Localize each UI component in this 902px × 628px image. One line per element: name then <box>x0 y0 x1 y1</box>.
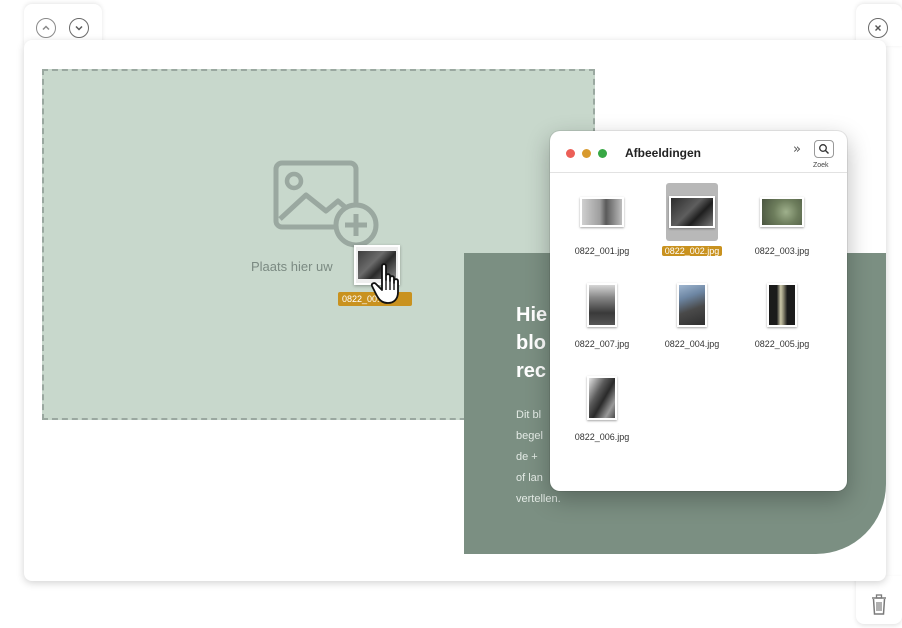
trash-icon[interactable] <box>869 593 889 617</box>
file-thumbnail <box>587 283 617 327</box>
file-item[interactable]: 0822_003.jpg <box>740 183 824 269</box>
search-label: Zoek <box>813 162 829 169</box>
file-name: 0822_003.jpg <box>754 246 810 256</box>
editor-screen: Plaats hier uw Hie blo rec Dit bl begel … <box>0 0 902 628</box>
hand-cursor-icon <box>370 263 399 304</box>
move-down-button[interactable] <box>69 18 89 38</box>
dropzone-label: Plaats hier uw <box>251 259 333 274</box>
move-up-button[interactable] <box>36 18 56 38</box>
file-item-selected[interactable]: 0822_002.jpg <box>650 183 734 269</box>
body-line: vertellen. <box>516 493 561 505</box>
search-icon <box>819 144 829 154</box>
file-name: 0822_007.jpg <box>574 339 630 349</box>
more-chevron-icon[interactable]: » <box>793 142 801 157</box>
file-item[interactable]: 0822_001.jpg <box>560 183 644 269</box>
file-name: 0822_006.jpg <box>574 432 630 442</box>
search-button[interactable] <box>814 140 834 158</box>
file-item[interactable]: 0822_005.jpg <box>740 276 824 362</box>
file-thumbnail <box>580 197 624 227</box>
file-item[interactable]: 0822_007.jpg <box>560 276 644 362</box>
window-close-button[interactable] <box>566 149 575 158</box>
window-minimize-button[interactable] <box>582 149 591 158</box>
image-picker-window: Afbeeldingen » Zoek 0822_001.jpg 0822_00… <box>550 131 847 491</box>
window-zoom-button[interactable] <box>598 149 607 158</box>
file-name: 0822_004.jpg <box>664 339 720 349</box>
window-titlebar: Afbeeldingen » Zoek <box>550 131 847 173</box>
file-name: 0822_005.jpg <box>754 339 810 349</box>
file-thumbnail <box>587 376 617 420</box>
image-add-icon <box>273 160 379 248</box>
chevron-down-icon <box>75 25 83 31</box>
file-thumbnail <box>669 196 715 228</box>
file-name: 0822_001.jpg <box>574 246 630 256</box>
chevron-up-icon <box>42 25 50 31</box>
close-button[interactable] <box>868 18 888 38</box>
file-thumbnail <box>677 283 707 327</box>
window-title: Afbeeldingen <box>625 146 702 160</box>
file-item[interactable]: 0822_004.jpg <box>650 276 734 362</box>
file-thumbnail <box>760 197 804 227</box>
file-name: 0822_002.jpg <box>661 246 723 256</box>
file-item[interactable]: 0822_006.jpg <box>560 369 644 455</box>
close-icon <box>875 25 881 31</box>
file-thumbnail <box>767 283 797 327</box>
